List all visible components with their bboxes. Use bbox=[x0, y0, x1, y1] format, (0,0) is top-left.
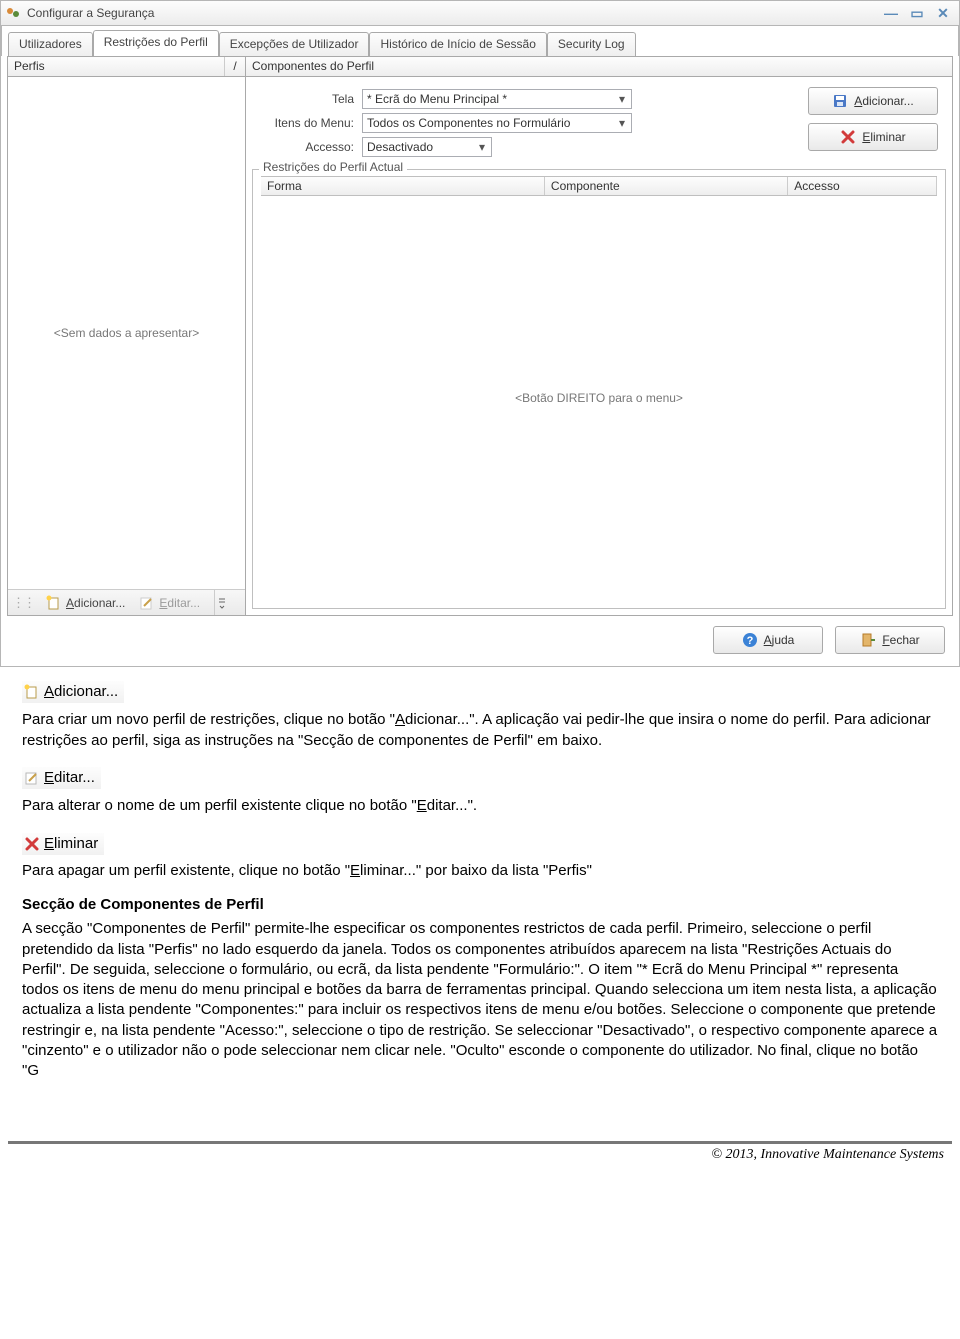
itens-combo[interactable]: Todos os Componentes no Formulário ▾ bbox=[362, 113, 632, 133]
new-doc-icon bbox=[24, 684, 40, 700]
door-exit-icon bbox=[860, 632, 876, 648]
ajuda-button[interactable]: ? Ajuda bbox=[713, 626, 823, 654]
tab-excepcoes-utilizador[interactable]: Excepções de Utilizador bbox=[219, 32, 370, 57]
perfis-sort-indicator[interactable]: / bbox=[225, 57, 245, 76]
grid-empty-text: <Botão DIREITO para o menu> bbox=[515, 391, 683, 405]
perfis-empty-text: <Sem dados a apresentar> bbox=[54, 326, 199, 340]
delete-x-icon bbox=[24, 836, 40, 852]
tabbar: Utilizadores Restrições do Perfil Excepç… bbox=[1, 26, 959, 56]
toolbar-grip: ⋮⋮ bbox=[12, 595, 34, 611]
perfis-header[interactable]: Perfis bbox=[8, 57, 225, 76]
col-accesso[interactable]: Accesso bbox=[788, 177, 937, 195]
close-button[interactable]: ✕ bbox=[935, 6, 951, 20]
doc-p1: Para criar um novo perfil de restrições,… bbox=[22, 710, 938, 751]
ajuda-label: juda bbox=[772, 633, 795, 647]
help-icon: ? bbox=[742, 632, 758, 648]
tab-utilizadores[interactable]: Utilizadores bbox=[8, 32, 93, 57]
edit-icon bbox=[24, 770, 40, 786]
new-doc-icon bbox=[46, 595, 62, 611]
minimize-button[interactable]: — bbox=[883, 6, 899, 20]
tab-security-log[interactable]: Security Log bbox=[547, 32, 636, 57]
adicionar-componente-button[interactable]: Adicionar... bbox=[808, 87, 938, 115]
perfis-panel: Perfis / <Sem dados a apresentar> ⋮⋮ Adi… bbox=[8, 57, 246, 615]
tab-historico-sessao[interactable]: Histórico de Início de Sessão bbox=[369, 32, 546, 57]
itens-value: Todos os Componentes no Formulário bbox=[367, 116, 570, 130]
save-disk-icon bbox=[832, 93, 848, 109]
copyright-footer: © 2013, Innovative Maintenance Systems bbox=[8, 1141, 952, 1171]
doc-body: AAdicionar...dicionar... Para criar um n… bbox=[0, 667, 960, 1105]
restricoes-grid-header: Forma Componente Accesso bbox=[261, 176, 937, 196]
col-forma[interactable]: Forma bbox=[261, 177, 545, 195]
doc-p2: Para alterar o nome de um perfil existen… bbox=[22, 796, 938, 816]
perfis-list[interactable]: <Sem dados a apresentar> bbox=[8, 77, 245, 589]
delete-x-icon bbox=[840, 129, 856, 145]
maximize-button[interactable]: ▭ bbox=[909, 6, 925, 20]
doc-p4: A secção "Componentes de Perfil" permite… bbox=[22, 919, 938, 1081]
editar-perfil-label: ditar... bbox=[167, 596, 200, 610]
perfis-toolbar: ⋮⋮ Adicionar... Editar... bbox=[8, 589, 245, 615]
edit-icon bbox=[139, 595, 155, 611]
accesso-value: Desactivado bbox=[367, 140, 433, 154]
componentes-panel: Componentes do Perfil Tela * Ecrã do Men… bbox=[246, 57, 952, 615]
componentes-header: Componentes do Perfil bbox=[246, 57, 952, 77]
svg-text:?: ? bbox=[746, 635, 753, 647]
window-title: Configurar a Segurança bbox=[27, 6, 883, 20]
itens-label: Itens do Menu: bbox=[254, 116, 354, 130]
app-icon bbox=[5, 5, 21, 21]
chevron-down-icon: ▾ bbox=[475, 140, 489, 154]
tela-label: Tela bbox=[254, 92, 354, 106]
accesso-label: Accesso: bbox=[254, 140, 354, 154]
adicionar-perfil-label: dicionar... bbox=[74, 596, 125, 610]
col-componente[interactable]: Componente bbox=[545, 177, 788, 195]
eliminar-componente-button[interactable]: Eliminar bbox=[808, 123, 938, 151]
chevron-down-icon: ▾ bbox=[615, 92, 629, 106]
fechar-button[interactable]: Fechar bbox=[835, 626, 945, 654]
tela-value: * Ecrã do Menu Principal * bbox=[367, 92, 507, 106]
doc-eliminar-chip: Eliminar bbox=[22, 833, 104, 855]
restricoes-legend: Restrições do Perfil Actual bbox=[259, 160, 407, 174]
fechar-label: echar bbox=[890, 633, 920, 647]
titlebar: Configurar a Segurança — ▭ ✕ bbox=[0, 0, 960, 26]
restricoes-groupbox: Restrições do Perfil Actual Forma Compon… bbox=[252, 169, 946, 609]
toolbar-overflow[interactable] bbox=[214, 590, 228, 615]
doc-heading: Secção de Componentes de Perfil bbox=[22, 895, 938, 915]
tab-restricoes-perfil[interactable]: Restrições do Perfil bbox=[93, 30, 219, 56]
chevron-down-icon: ▾ bbox=[615, 116, 629, 130]
adicionar-componente-label: dicionar... bbox=[862, 94, 913, 108]
doc-editar-chip: Editar... bbox=[22, 767, 101, 789]
eliminar-componente-label: liminar bbox=[870, 130, 905, 144]
doc-p3: Para apagar um perfil existente, clique … bbox=[22, 861, 938, 881]
editar-perfil-button[interactable]: Editar... bbox=[135, 594, 204, 612]
restricoes-grid-body[interactable]: <Botão DIREITO para o menu> bbox=[261, 196, 937, 600]
doc-adicionar-chip: AAdicionar...dicionar... bbox=[22, 681, 124, 703]
tela-combo[interactable]: * Ecrã do Menu Principal * ▾ bbox=[362, 89, 632, 109]
adicionar-perfil-button[interactable]: Adicionar... bbox=[42, 594, 129, 612]
accesso-combo[interactable]: Desactivado ▾ bbox=[362, 137, 492, 157]
